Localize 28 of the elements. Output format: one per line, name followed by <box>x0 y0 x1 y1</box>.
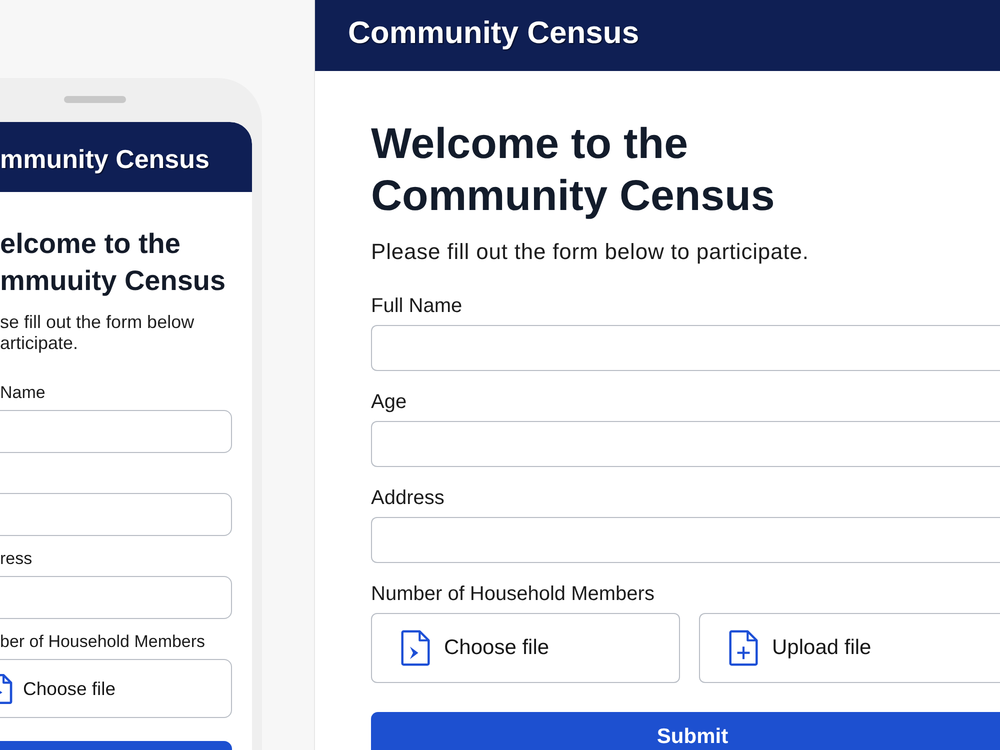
field-label: Full Name <box>371 294 464 318</box>
field-label: ber of Household Members <box>0 632 206 652</box>
text-field[interactable] <box>371 517 1000 563</box>
page-heading: elcome to the mmuuity Census <box>0 227 227 298</box>
text-field[interactable] <box>0 410 232 453</box>
file-plus-icon <box>728 630 759 666</box>
intro-text: Please fill out the form below to participate. <box>371 238 810 266</box>
field-label: ress <box>0 549 34 569</box>
choose-file-button[interactable]: Choose file <box>0 659 232 718</box>
submit-button[interactable]: Submit <box>371 712 1000 750</box>
app-title: Community Census <box>348 15 640 51</box>
field-label: Number of Household Members <box>371 582 656 606</box>
text-field[interactable] <box>0 576 232 619</box>
file-arrow-icon <box>400 630 431 666</box>
text-field[interactable] <box>371 325 1000 371</box>
text-field[interactable] <box>371 421 1000 467</box>
upload-file-button[interactable]: Upload file <box>699 613 1000 683</box>
app-title: mmunity Census <box>0 144 210 175</box>
field-label: Age <box>371 390 408 414</box>
submit-button[interactable] <box>0 741 232 750</box>
field-label: Name <box>0 383 46 403</box>
field-label: Address <box>371 486 446 510</box>
choose-file-button[interactable]: Choose file <box>371 613 680 683</box>
file-arrow-icon <box>0 674 14 704</box>
page-heading: Welcome to the Community Census <box>371 119 776 222</box>
speaker-slot <box>64 96 126 103</box>
intro-text: se fill out the form below articipate. <box>0 312 196 354</box>
text-field[interactable] <box>0 493 232 536</box>
